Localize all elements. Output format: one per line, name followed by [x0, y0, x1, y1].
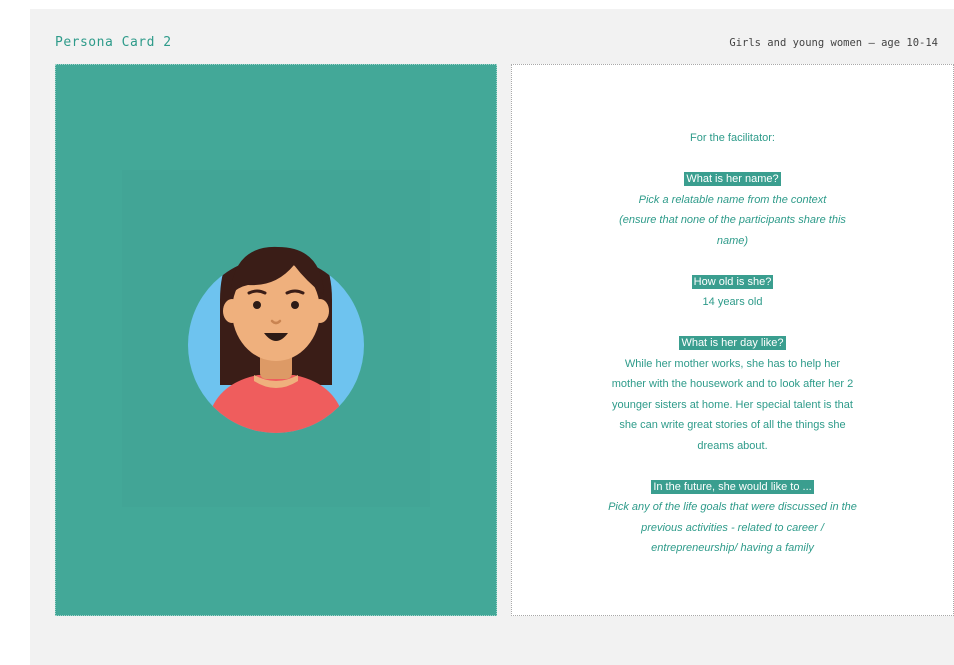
answer-line: While her mother works, she has to help … — [624, 357, 841, 370]
avatar-panel — [55, 64, 497, 616]
answer-line: name) — [716, 234, 749, 247]
persona-card-sheet: Persona Card 2 Girls and young women – a… — [30, 9, 954, 665]
answer-line: mother with the housework and to look af… — [611, 378, 854, 390]
section-name: What is her name? Pick a relatable name … — [512, 169, 953, 251]
card-subtitle: Girls and young women – age 10-14 — [729, 37, 938, 49]
avatar-frame — [122, 170, 430, 507]
girl-avatar-icon — [186, 235, 366, 435]
facilitator-intro: For the facilitator: — [690, 132, 775, 144]
section-future: In the future, she would like to ... Pic… — [512, 477, 953, 559]
section-age: How old is she? 14 years old — [512, 272, 953, 313]
question-heading: How old is she? — [691, 274, 774, 289]
answer-line: previous activities - related to career … — [641, 521, 824, 534]
answer-line: (ensure that none of the participants sh… — [619, 214, 846, 226]
facilitator-content: For the facilitator: What is her name? P… — [512, 128, 953, 559]
card-title: Persona Card 2 — [55, 35, 172, 50]
answer-line: Pick a relatable name from the context — [638, 193, 827, 206]
answer-line: she can write great stories of all the t… — [619, 419, 846, 431]
facilitator-panel: For the facilitator: What is her name? P… — [511, 64, 954, 616]
question-heading: What is her name? — [684, 172, 781, 186]
answer-line: 14 years old — [702, 296, 763, 308]
answer-line: dreams about. — [697, 439, 768, 452]
answer-line: Pick any of the life goals that were dis… — [608, 501, 857, 513]
answer-line: entrepreneurship/ having a family — [651, 542, 814, 554]
answer-line: younger sisters at home. Her special tal… — [612, 398, 853, 411]
section-day: What is her day like? While her mother w… — [512, 333, 953, 456]
question-heading: What is her day like? — [679, 336, 786, 350]
question-heading: In the future, she would like to ... — [651, 479, 814, 494]
